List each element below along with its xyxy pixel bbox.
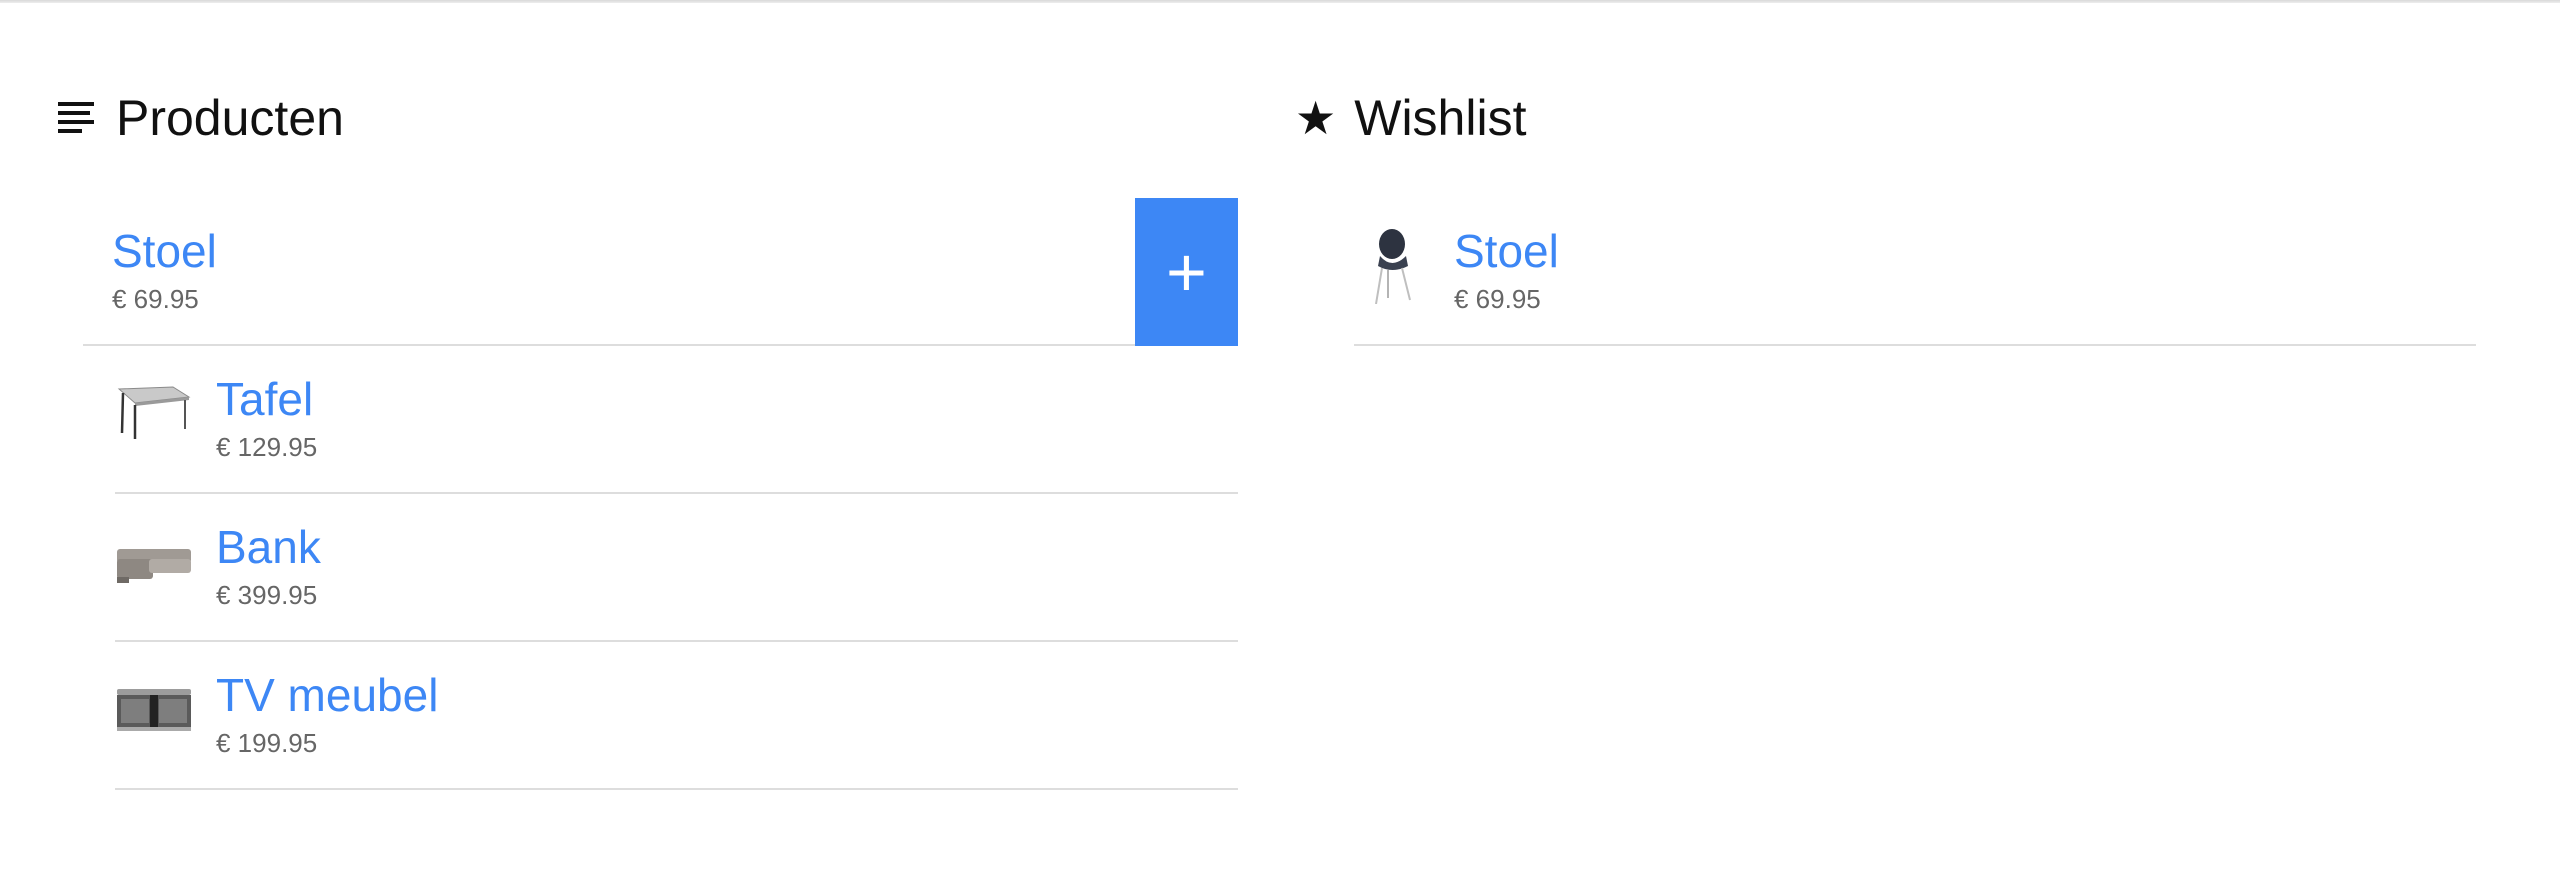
wishlist-item-stoel[interactable]: Stoel € 69.95 bbox=[1354, 198, 2476, 346]
product-item-tafel[interactable]: Tafel € 129.95 bbox=[115, 346, 1238, 494]
product-item-bank[interactable]: Bank € 399.95 bbox=[115, 494, 1238, 642]
star-icon: ★ bbox=[1295, 92, 1337, 144]
list-icon bbox=[58, 100, 94, 136]
table-thumbnail bbox=[117, 386, 191, 439]
tv-stand-thumbnail bbox=[117, 689, 191, 731]
wishlist-heading: ★ Wishlist bbox=[1295, 88, 1526, 148]
product-item-stoel[interactable]: Stoel € 69.95 + bbox=[83, 198, 1238, 346]
top-shadow-bar bbox=[0, 0, 2560, 3]
product-item-tv-meubel[interactable]: TV meubel € 199.95 bbox=[115, 642, 1238, 790]
product-name[interactable]: Bank bbox=[216, 524, 321, 570]
products-heading: Producten bbox=[58, 88, 344, 148]
wishlist-item-name[interactable]: Stoel bbox=[1454, 228, 1559, 274]
product-name[interactable]: Tafel bbox=[216, 376, 313, 422]
wishlist-title: Wishlist bbox=[1354, 90, 1527, 146]
products-title: Producten bbox=[116, 90, 344, 146]
product-price: € 199.95 bbox=[216, 728, 318, 758]
product-name[interactable]: TV meubel bbox=[216, 672, 438, 718]
sofa-thumbnail bbox=[117, 549, 191, 583]
plus-icon: + bbox=[1166, 233, 1207, 311]
product-price: € 69.95 bbox=[112, 284, 199, 314]
add-to-wishlist-button[interactable]: + bbox=[1135, 198, 1238, 346]
product-price: € 129.95 bbox=[216, 432, 318, 462]
wishlist-item-price: € 69.95 bbox=[1454, 284, 1541, 314]
product-price: € 399.95 bbox=[216, 580, 318, 610]
chair-thumbnail bbox=[1375, 229, 1411, 304]
product-name[interactable]: Stoel bbox=[112, 228, 217, 274]
